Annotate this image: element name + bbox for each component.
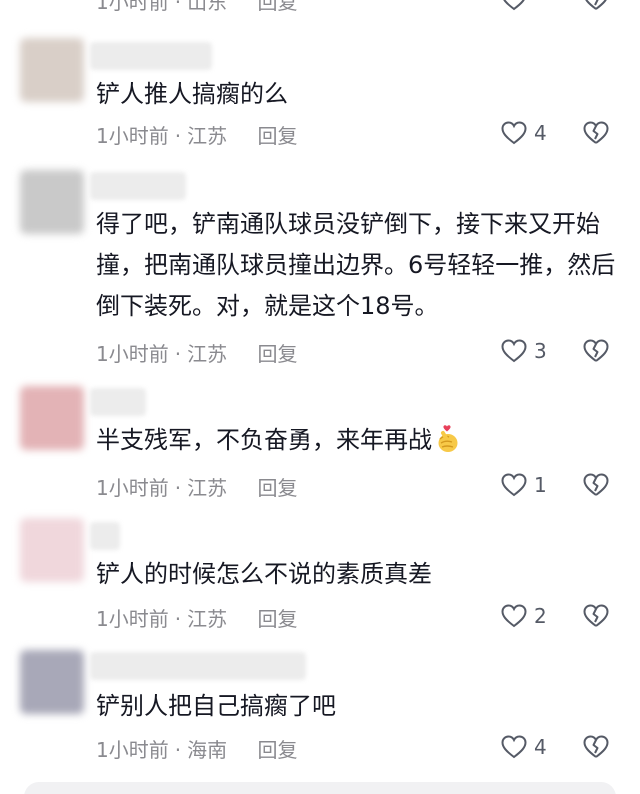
comment-location: 海南: [187, 738, 228, 762]
dislike-button[interactable]: [582, 120, 610, 150]
heart-icon: [501, 121, 527, 145]
reply-button[interactable]: 回复: [257, 338, 297, 367]
heart-icon: [501, 473, 527, 497]
comment-meta: 1小时前 · 江苏 回复: [96, 120, 297, 149]
comment-meta: 1小时前 · 江苏 回复: [96, 338, 297, 367]
username[interactable]: [90, 172, 186, 200]
like-count: 2: [534, 604, 547, 628]
comment-meta: 1小时前 · 江苏 回复: [96, 472, 297, 501]
broken-heart-icon: [583, 735, 609, 758]
comment-time: 1小时前: [96, 476, 169, 500]
comment-time: 1小时前: [96, 607, 169, 631]
dislike-button[interactable]: [582, 734, 610, 764]
avatar[interactable]: [20, 518, 84, 582]
dislike-button[interactable]: [582, 472, 610, 502]
avatar[interactable]: [20, 650, 84, 714]
comment-time: 1小时前: [96, 342, 169, 366]
dislike-button[interactable]: [582, 603, 610, 633]
like-count: 4: [534, 121, 547, 145]
comment-input-bar[interactable]: [24, 782, 616, 794]
dislike-button[interactable]: [582, 338, 610, 368]
comment-time: 1小时前: [96, 0, 169, 14]
username[interactable]: [90, 388, 146, 416]
broken-heart-icon: [585, 0, 607, 10]
broken-heart-icon: [583, 339, 609, 362]
comment-time: 1小时前: [96, 124, 169, 148]
heart-icon: [501, 604, 527, 628]
comment-location: 江苏: [187, 342, 228, 366]
like-count: 3: [534, 339, 547, 363]
like-button[interactable]: 4: [500, 734, 548, 760]
comment-text: 半支残军，不负奋勇，来年再战: [96, 420, 622, 461]
comment-time: 1小时前: [96, 738, 169, 762]
dislike-button[interactable]: [582, 0, 610, 16]
like-button[interactable]: 4: [500, 120, 548, 146]
heart-icon: [501, 735, 527, 759]
heart-icon: [503, 0, 525, 11]
like-button[interactable]: 3: [500, 338, 548, 364]
like-button[interactable]: [500, 0, 528, 12]
username[interactable]: [90, 652, 306, 680]
broken-heart-icon: [583, 473, 609, 496]
reply-button[interactable]: 回复: [257, 120, 297, 149]
username[interactable]: [90, 522, 120, 550]
comment-location: 江苏: [187, 607, 228, 631]
comment-text: 铲人推人搞瘸的么: [96, 80, 288, 108]
finger-heart-emoji: [438, 425, 458, 452]
reply-button[interactable]: 回复: [257, 734, 297, 763]
avatar[interactable]: [20, 386, 84, 450]
like-button[interactable]: 2: [500, 603, 548, 629]
broken-heart-icon: [583, 121, 609, 144]
comment-meta: 1小时前 · 山东 回复: [96, 0, 297, 15]
reply-button[interactable]: 回复: [257, 472, 297, 501]
broken-heart-icon: [583, 604, 609, 627]
like-count: 4: [534, 735, 547, 759]
avatar[interactable]: [20, 170, 84, 234]
comment-location: 江苏: [187, 476, 228, 500]
comment-meta: 1小时前 · 江苏 回复: [96, 603, 297, 632]
comment-location: 山东: [187, 0, 228, 14]
username[interactable]: [90, 42, 212, 70]
comment-list: 1小时前 · 山东 回复 铲人推人搞瘸的么 1小时前 · 江苏 回复 4 得了吧，铲南通…: [0, 0, 640, 794]
avatar[interactable]: [20, 38, 84, 102]
comment-meta: 1小时前 · 海南 回复: [96, 734, 297, 763]
like-count: 1: [534, 473, 547, 497]
comment-location: 江苏: [187, 124, 228, 148]
comment-text: 铲人的时候怎么不说的素质真差: [96, 560, 432, 588]
like-button[interactable]: 1: [500, 472, 548, 498]
comment-text-content: 半支残军，不负奋勇，来年再战: [96, 426, 432, 454]
comment-text: 得了吧，铲南通队球员没铲倒下，接下来又开始撞，把南通队球员撞出边界。6号轻轻一推…: [96, 210, 616, 320]
heart-icon: [501, 339, 527, 363]
reply-button[interactable]: 回复: [257, 0, 297, 15]
reply-button[interactable]: 回复: [257, 603, 297, 632]
comment-text: 铲别人把自己搞瘸了吧: [96, 692, 336, 720]
